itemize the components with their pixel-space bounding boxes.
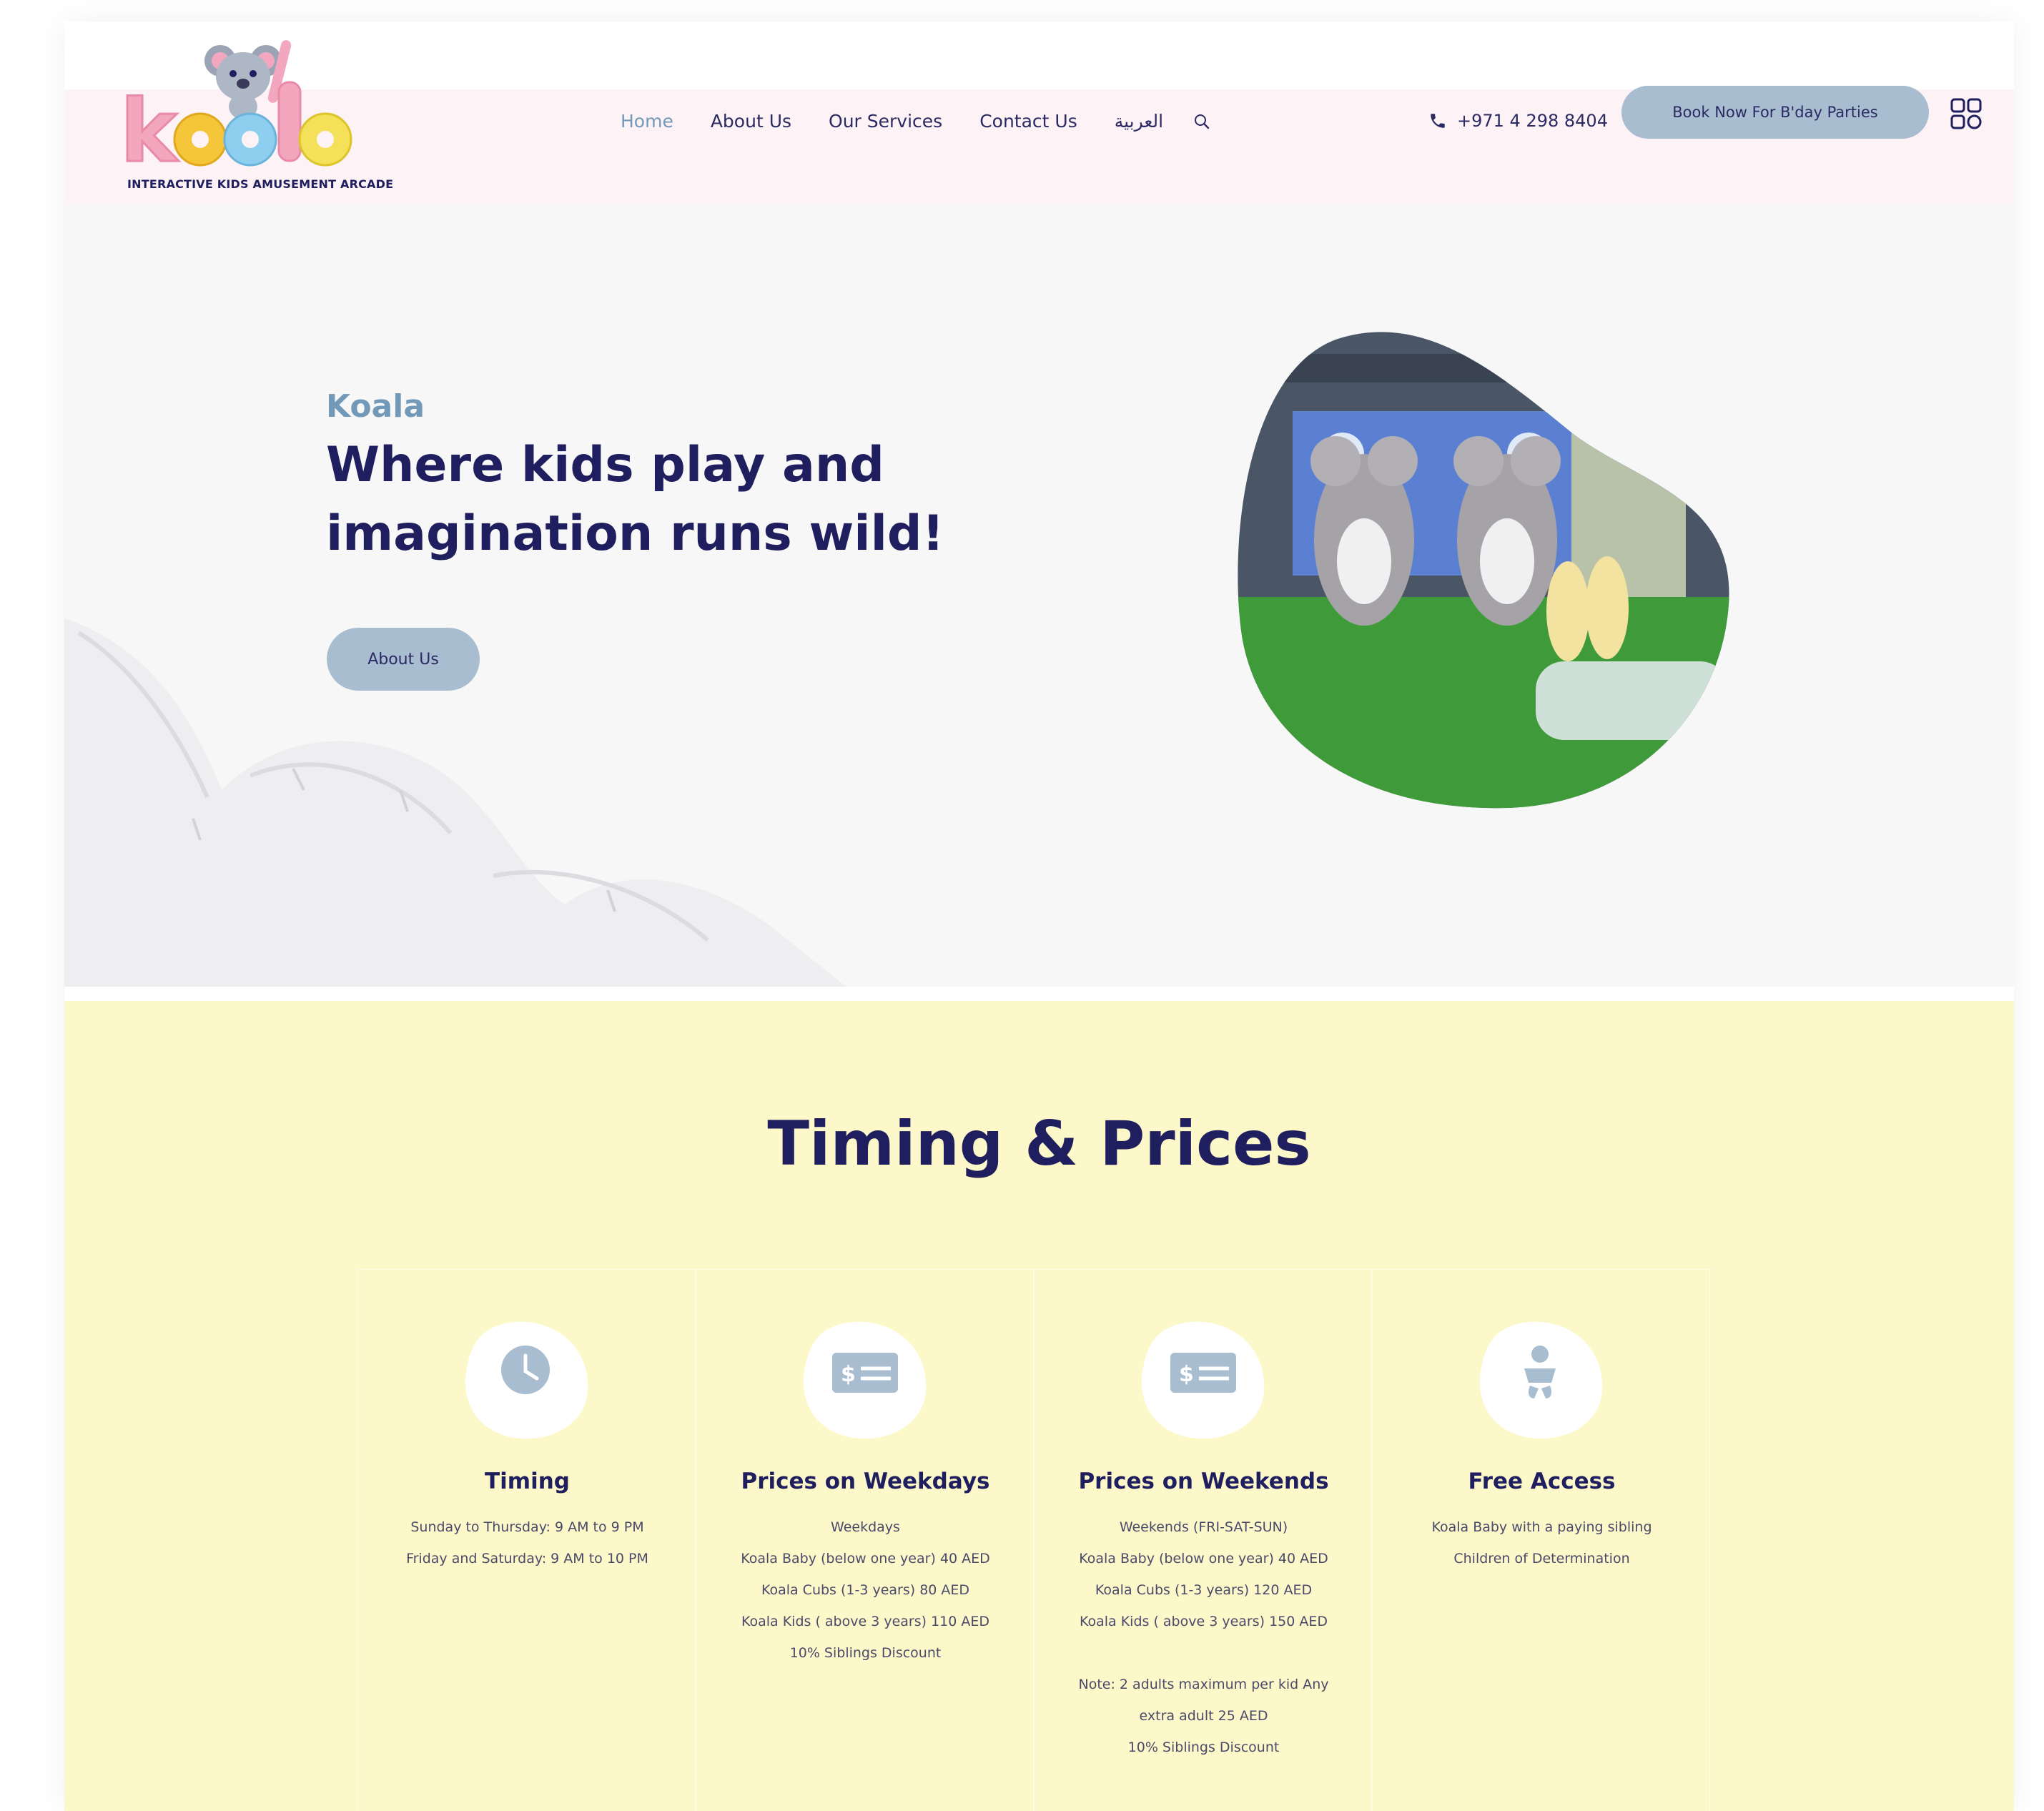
nav-item-home[interactable]: Home — [621, 111, 673, 132]
detail-line: Koala Baby (below one year) 40 AED — [741, 1551, 990, 1566]
hero-title: Where kids play and imagination runs wil… — [326, 437, 944, 562]
search-icon[interactable] — [1193, 113, 1210, 130]
baby-icon — [1479, 1321, 1603, 1439]
card-prices-weekdays: $ Prices on Weekdays Weekdays Koala Baby… — [696, 1269, 1034, 1811]
card-timing: Timing Sunday to Thursday: 9 AM to 9 PM … — [357, 1269, 696, 1811]
card-details: Koala Baby with a paying sibling Childre… — [1387, 1511, 1697, 1574]
nav-item-contact-us[interactable]: Contact Us — [979, 111, 1077, 132]
hero-eyebrow: Koala — [326, 388, 425, 425]
phone-link[interactable]: +971 4 298 8404 — [1428, 111, 1608, 131]
card-details: Weekends (FRI-SAT-SUN) Koala Baby (below… — [1049, 1511, 1358, 1763]
phone-icon — [1431, 114, 1445, 128]
detail-line: Children of Determination — [1453, 1551, 1630, 1566]
detail-line: Weekdays — [831, 1519, 900, 1535]
card-title: Timing — [485, 1469, 570, 1494]
book-party-button[interactable]: Book Now For B'day Parties — [1621, 86, 1929, 139]
main-nav: Home About Us Our Services Contact Us ال… — [621, 111, 1210, 132]
section-title: Timing & Prices — [767, 1108, 1311, 1180]
card-icon-blob: $ — [1139, 1314, 1268, 1443]
site-header: k INTERACTIVE KIDS AMUSEMENT ARCADE Home… — [64, 21, 2014, 204]
timing-prices-section: Timing & Prices Timing Sunday to Thursda… — [64, 1001, 2014, 1811]
svg-text:$: $ — [841, 1362, 856, 1387]
about-us-button[interactable]: About Us — [327, 628, 480, 691]
detail-line — [1049, 1637, 1358, 1669]
card-free-access: Free Access Koala Baby with a paying sib… — [1372, 1269, 1710, 1811]
detail-line: Friday and Saturday: 9 AM to 10 PM — [406, 1551, 648, 1566]
card-title: Free Access — [1468, 1469, 1616, 1494]
detail-line: Koala Kids ( above 3 years) 110 AED — [741, 1614, 990, 1629]
detail-line: Koala Cubs (1-3 years) 120 AED — [1095, 1582, 1313, 1598]
detail-line: Sunday to Thursday: 9 AM to 9 PM — [410, 1519, 644, 1535]
svg-text:k: k — [120, 82, 179, 182]
card-icon-blob — [1477, 1314, 1606, 1443]
clock-icon — [465, 1321, 588, 1439]
nav-item-about-us[interactable]: About Us — [711, 111, 791, 132]
detail-line: Koala Baby with a paying sibling — [1431, 1519, 1652, 1535]
detail-line: Note: 2 adults maximum per kid Any — [1078, 1677, 1329, 1692]
detail-line: extra adult 25 AED — [1139, 1708, 1268, 1724]
card-details: Weekdays Koala Baby (below one year) 40 … — [711, 1511, 1020, 1669]
card-details: Sunday to Thursday: 9 AM to 9 PM Friday … — [372, 1511, 682, 1574]
card-icon-blob — [463, 1314, 591, 1443]
detail-line: 10% Siblings Discount — [789, 1645, 942, 1661]
card-title: Prices on Weekdays — [741, 1469, 990, 1494]
nav-item-arabic[interactable]: العربية — [1115, 111, 1163, 132]
nav-item-our-services[interactable]: Our Services — [829, 111, 942, 132]
detail-line: Koala Kids ( above 3 years) 150 AED — [1079, 1614, 1328, 1629]
price-cards: Timing Sunday to Thursday: 9 AM to 9 PM … — [357, 1269, 1710, 1811]
logo-tagline: INTERACTIVE KIDS AMUSEMENT ARCADE — [127, 177, 394, 191]
koala-logo-graphic: k — [119, 40, 352, 183]
card-title: Prices on Weekends — [1078, 1469, 1329, 1494]
card-icon-blob: $ — [801, 1314, 929, 1443]
detail-line: Weekends (FRI-SAT-SUN) — [1119, 1519, 1288, 1535]
detail-line: 10% Siblings Discount — [1127, 1740, 1280, 1755]
money-icon: $ — [803, 1321, 927, 1439]
hero-photo — [1238, 332, 1729, 809]
card-prices-weekends: $ Prices on Weekends Weekends (FRI-SAT-S… — [1034, 1269, 1372, 1811]
svg-text:$: $ — [1179, 1362, 1194, 1387]
detail-line: Koala Cubs (1-3 years) 80 AED — [761, 1582, 970, 1598]
money-icon: $ — [1141, 1321, 1265, 1439]
page: k INTERACTIVE KIDS AMUSEMENT ARCADE Home… — [64, 21, 2014, 1811]
detail-line: Koala Baby (below one year) 40 AED — [1079, 1551, 1328, 1566]
hero-section: Koala Where kids play and imagination ru… — [64, 204, 2014, 987]
grid-menu-icon[interactable] — [1949, 97, 1983, 131]
phone-number: +971 4 298 8404 — [1457, 111, 1608, 131]
